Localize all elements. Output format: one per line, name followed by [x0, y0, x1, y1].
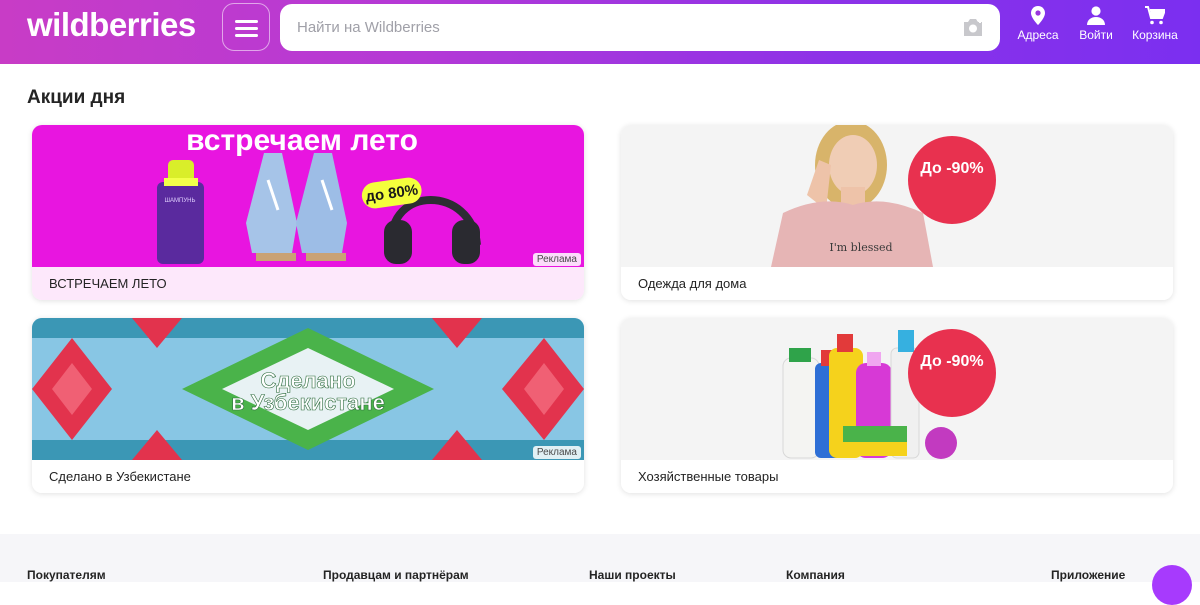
- card-caption: ВСТРЕЧАЕМ ЛЕТО: [32, 267, 584, 300]
- cart-icon: [1145, 6, 1165, 25]
- summer-products-image: встречаем лето ШАМПУНЬ до 80%: [157, 125, 481, 264]
- promo-card-uzbekistan[interactable]: Сделано в Узбекистане Реклама Сделано в …: [32, 318, 584, 493]
- logo[interactable]: wildberries: [27, 6, 196, 44]
- banner-uzbekistan-heading-2: в Узбекистане: [231, 390, 385, 415]
- banner-uzbekistan: Сделано в Узбекистане Реклама: [32, 318, 584, 460]
- banner-home-clothes-badge: До -90%: [920, 160, 983, 177]
- menu-button[interactable]: [222, 3, 270, 51]
- banner-summer-heading: встречаем лето: [186, 125, 418, 157]
- section-title: Акции дня: [27, 87, 126, 108]
- promo-card-home-clothes[interactable]: I'm blessed До -90% Одежда для дома: [621, 125, 1173, 300]
- card-caption: Одежда для дома: [621, 267, 1173, 300]
- promo-card-household[interactable]: До -90% Хозяйственные товары: [621, 318, 1173, 493]
- ad-label[interactable]: Реклама: [532, 446, 581, 459]
- promo-card-summer[interactable]: встречаем лето ШАМПУНЬ до 80% Реклама ВС…: [32, 125, 584, 300]
- card-caption: Сделано в Узбекистане: [32, 460, 584, 493]
- user-icon: [1087, 6, 1105, 25]
- nav-cart[interactable]: Корзина: [1132, 6, 1178, 50]
- card-caption: Хозяйственные товары: [621, 460, 1173, 493]
- footer-link-app[interactable]: Приложение: [1051, 568, 1125, 582]
- footer-link-sellers[interactable]: Продавцам и партнёрам: [323, 568, 469, 582]
- chat-button[interactable]: [1152, 565, 1192, 605]
- woman-tshirt-image: I'm blessed До -90%: [771, 125, 996, 267]
- banner-home-clothes: I'm blessed До -90%: [621, 125, 1173, 267]
- ikat-pattern-image: Сделано в Узбекистане: [32, 318, 584, 460]
- footer-link-projects[interactable]: Наши проекты: [589, 568, 676, 582]
- shirt-text: I'm blessed: [829, 241, 892, 254]
- nav-login-label: Войти: [1079, 28, 1113, 42]
- nav-login[interactable]: Войти: [1078, 6, 1114, 50]
- nav-cart-label: Корзина: [1132, 28, 1178, 42]
- map-pin-icon: [1031, 6, 1045, 25]
- banner-household-badge: До -90%: [920, 353, 983, 370]
- nav-addresses-label: Адреса: [1017, 28, 1059, 42]
- banner-household: До -90%: [621, 318, 1173, 460]
- footer-link-company[interactable]: Компания: [786, 568, 845, 582]
- footer-link-buyers[interactable]: Покупателям: [27, 568, 106, 582]
- ad-label[interactable]: Реклама: [532, 253, 581, 266]
- search-input[interactable]: [280, 4, 1000, 51]
- cleaning-products-image: До -90%: [782, 329, 996, 459]
- nav-addresses[interactable]: Адреса: [1017, 6, 1059, 50]
- shampoo-label: ШАМПУНЬ: [165, 198, 196, 204]
- camera-search-icon[interactable]: [961, 16, 985, 38]
- banner-summer: встречаем лето ШАМПУНЬ до 80% Реклама: [32, 125, 584, 267]
- header: wildberries Адреса Войти Корзина: [0, 0, 1200, 64]
